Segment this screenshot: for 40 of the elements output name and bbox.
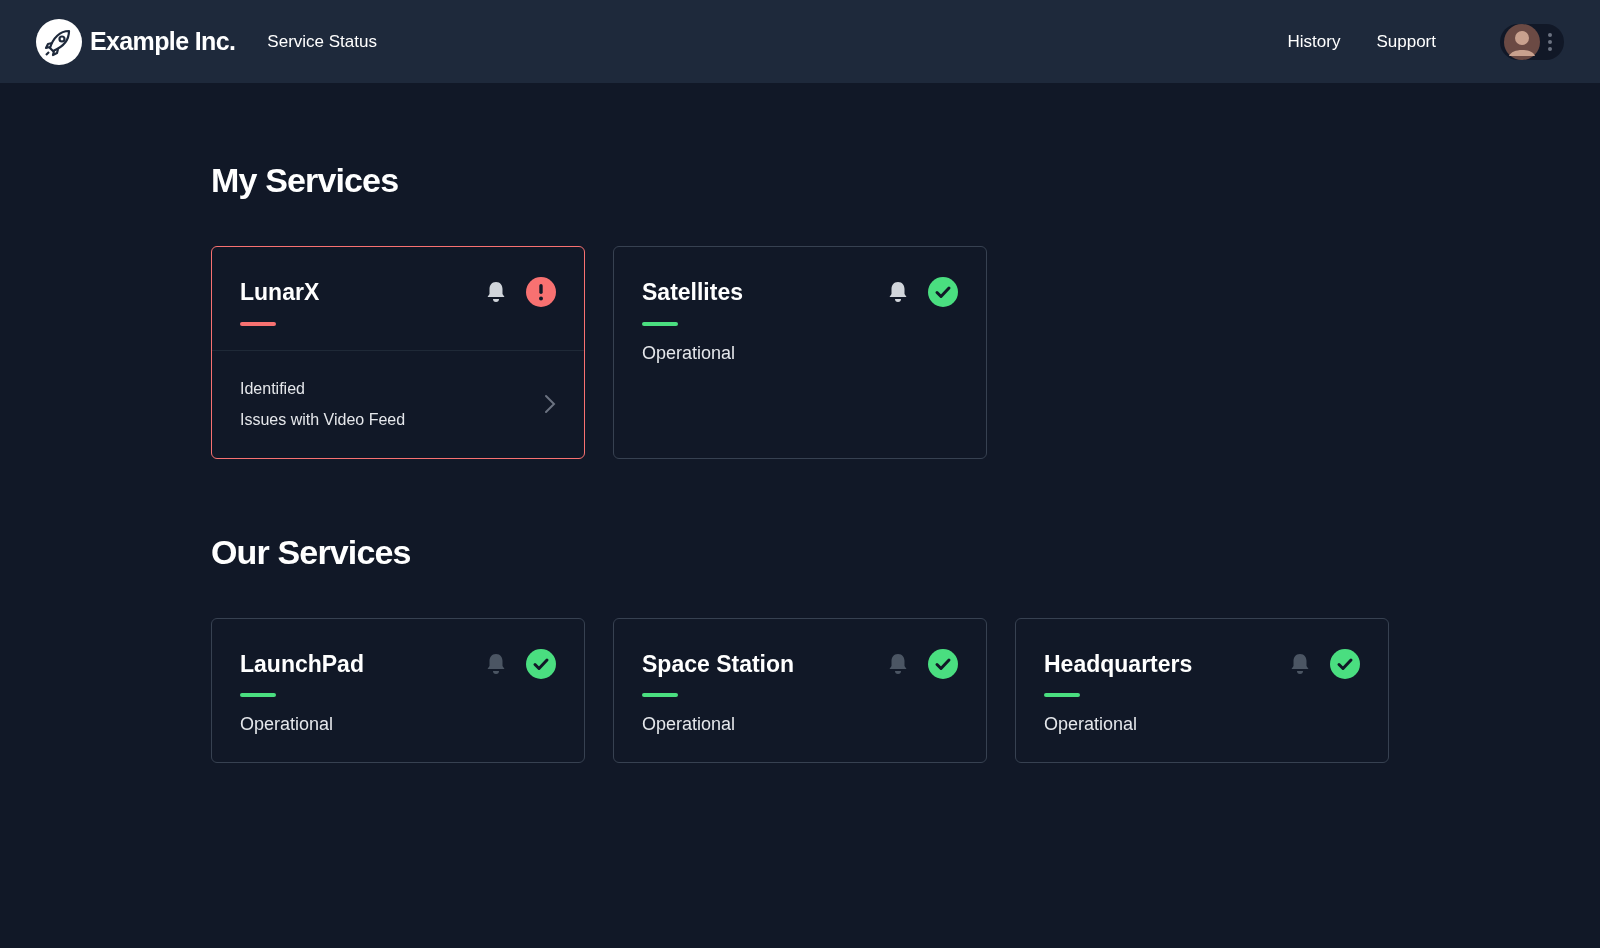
nav-link[interactable]: Support	[1376, 28, 1436, 55]
page-subtitle: Service Status	[267, 30, 377, 53]
service-name: LunarX	[240, 278, 321, 307]
service-name: Space Station	[642, 649, 796, 679]
status-text: Operational	[1044, 713, 1139, 736]
incident-title: Issues with Video Feed	[240, 409, 407, 430]
more-vertical-icon	[1548, 32, 1552, 51]
service-card[interactable]: Space Station Operational	[613, 617, 987, 763]
status-text: Operational	[642, 341, 737, 365]
service-card[interactable]: Satellites Operational	[613, 246, 987, 459]
chevron-right-icon	[544, 394, 556, 414]
status-underline	[240, 321, 276, 326]
nav-link[interactable]: History	[1287, 28, 1341, 55]
alert-circle-icon	[526, 277, 556, 308]
status-text: Operational	[240, 713, 335, 736]
service-name: Headquarters	[1044, 649, 1194, 679]
service-card[interactable]: Headquarters Operational	[1015, 617, 1389, 763]
service-name: Satellites	[642, 278, 744, 307]
service-card[interactable]: LunarX Identified Issues with Video Feed	[211, 246, 585, 459]
status-underline	[642, 321, 678, 326]
user-menu-button[interactable]	[1500, 23, 1564, 60]
bell-icon[interactable]	[486, 281, 506, 304]
section-heading: Our Services	[211, 531, 411, 573]
brand-name: Example Inc.	[90, 25, 236, 57]
service-card[interactable]: LaunchPad Operational	[211, 617, 585, 763]
incident-state: Identified	[240, 378, 306, 399]
service-name: LaunchPad	[240, 649, 365, 679]
check-circle-icon	[928, 648, 958, 679]
status-underline	[1044, 693, 1080, 697]
rocket-logo-icon[interactable]	[36, 18, 82, 65]
check-circle-icon	[1330, 648, 1360, 679]
section-heading: My Services	[211, 160, 399, 201]
check-circle-icon	[526, 648, 556, 679]
status-underline	[240, 693, 276, 697]
status-text: Operational	[642, 713, 737, 736]
check-circle-icon	[928, 277, 958, 308]
incident-link[interactable]: Identified Issues with Video Feed	[212, 349, 584, 458]
status-underline	[642, 693, 678, 697]
avatar-icon	[1504, 23, 1540, 60]
bell-icon[interactable]	[888, 281, 908, 304]
